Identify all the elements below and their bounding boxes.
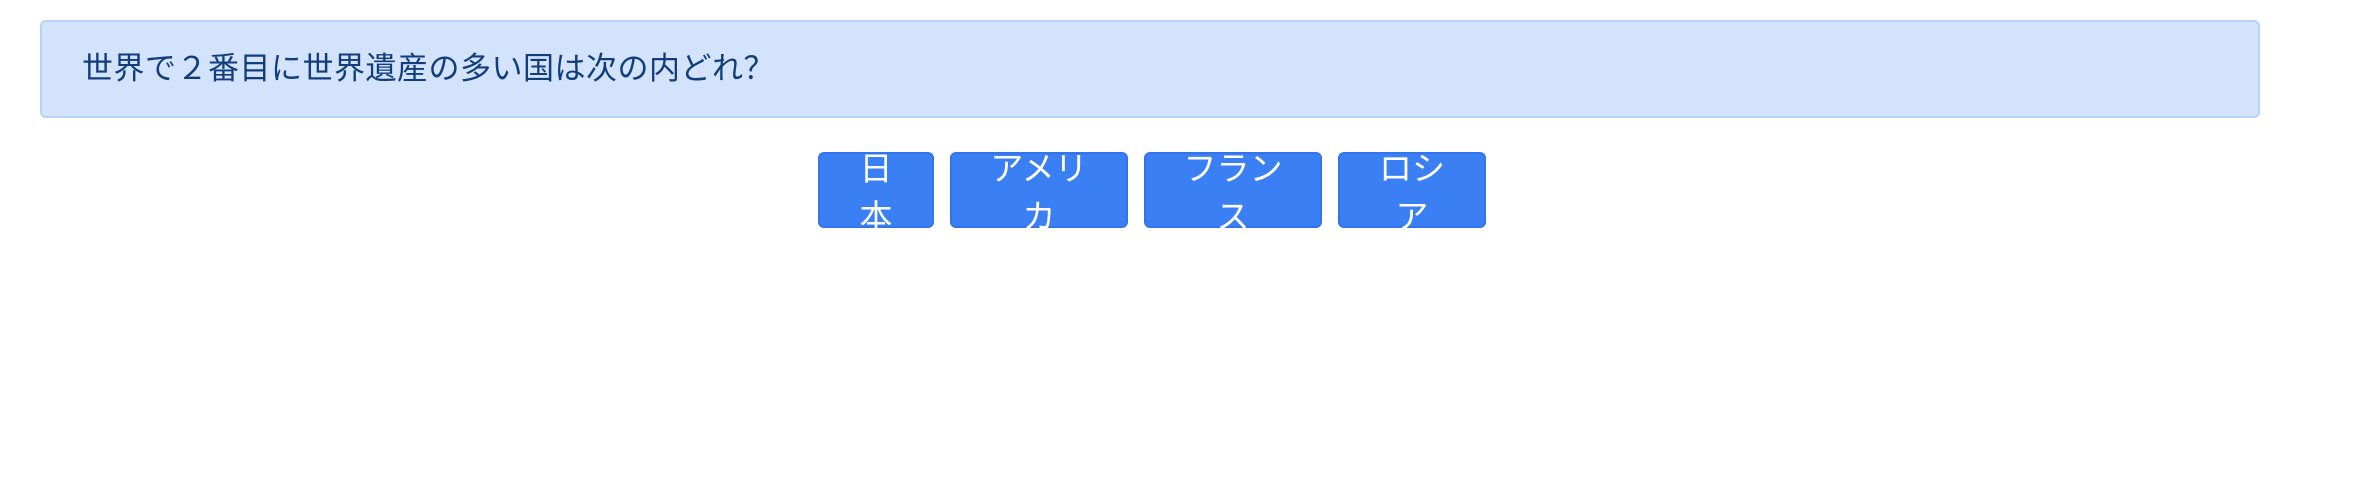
choice-button-america[interactable]: アメリカ [950,149,1128,236]
choice-button-japan[interactable]: 日本 [818,149,934,236]
choice-button-france[interactable]: フランス [1144,149,1322,236]
question-text: 世界で２番目に世界遺産の多い国は次の内どれ？ [82,50,775,87]
answer-choices: 日本 アメリカ フランス ロシア [0,149,2304,236]
choice-button-russia[interactable]: ロシア [1338,149,1486,236]
quiz-page: 世界で２番目に世界遺産の多い国は次の内どれ？ 日本 アメリカ フランス ロシア [0,0,2376,490]
question-alert: 世界で２番目に世界遺産の多い国は次の内どれ？ [40,20,2260,118]
